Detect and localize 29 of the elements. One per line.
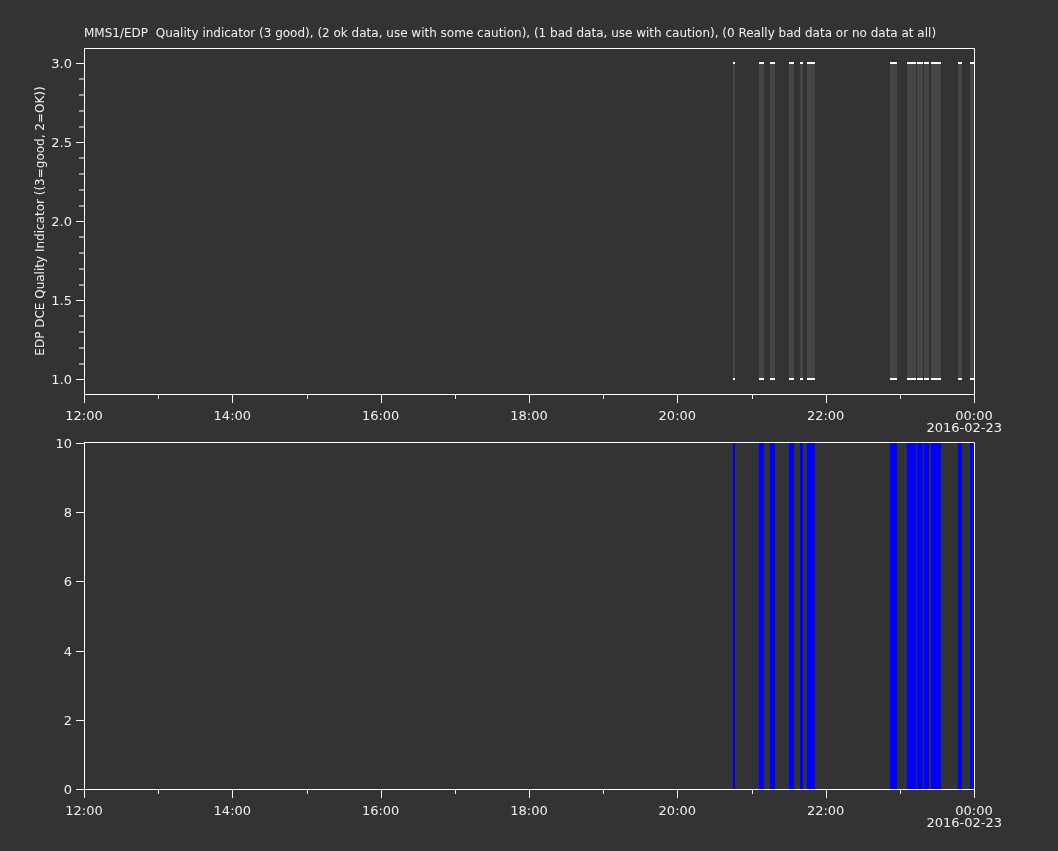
date-label: 2016-02-23 (926, 420, 1002, 435)
date-label: 2016-02-23 (926, 815, 1002, 830)
y-tick-label: 4 (63, 643, 72, 659)
x-tick-label: 20:00 (658, 803, 697, 818)
x-tick-label: 22:00 (806, 803, 845, 818)
x-tick-label: 14:00 (213, 803, 252, 818)
y-tick-label: 8 (63, 505, 72, 521)
y-tick-label: 2 (63, 712, 72, 728)
x-tick-label: 20:00 (658, 408, 697, 423)
x-tick-label: 12:00 (65, 408, 103, 423)
y-tick-label: 2.5 (51, 135, 72, 150)
x-tick-label: 14:00 (213, 408, 252, 423)
x-tick-label: 16:00 (361, 408, 400, 423)
y-tick-label: 6 (63, 574, 72, 590)
y-tick-label: 0 (63, 782, 72, 797)
x-tick-label: 00:00 (955, 408, 993, 423)
x-tick-label: 00:00 (955, 803, 993, 818)
x-tick-label: 22:00 (806, 408, 845, 423)
x-tick-label: 16:00 (361, 803, 400, 818)
y-tick-label: 3.0 (51, 56, 72, 71)
y-axis-title: EDP DCE Quality Indicator ((3=good, 2=OK)) (33, 86, 47, 356)
chart-title: MMS1/EDP Quality indicator (3 good), (2 ok data, use with some caution), (1 bad data, use with caution), (0 Really bad data or no data at all) (84, 26, 937, 40)
x-tick-label: 18:00 (510, 408, 548, 423)
y-tick-label: 10 (55, 436, 72, 451)
x-tick-label: 18:00 (510, 803, 548, 818)
y-tick-label: 2.0 (51, 214, 72, 229)
y-tick-label: 1.0 (51, 372, 72, 387)
x-tick-label: 12:00 (65, 803, 103, 818)
y-tick-label: 1.5 (51, 293, 72, 308)
